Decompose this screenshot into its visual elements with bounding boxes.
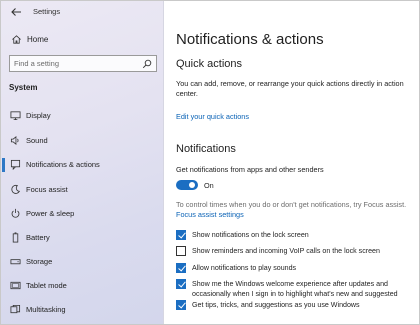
search-input[interactable]: Find a setting bbox=[9, 55, 157, 72]
active-indicator bbox=[2, 158, 5, 172]
section-label-system: System bbox=[9, 83, 38, 92]
sidebar-item-focus-assist[interactable]: Focus assist bbox=[1, 181, 164, 199]
sidebar-item-battery[interactable]: Battery bbox=[1, 229, 164, 247]
title-bar: Settings bbox=[1, 1, 164, 23]
sidebar-item-display[interactable]: Display bbox=[1, 107, 164, 125]
get-notifications-label: Get notifications from apps and other se… bbox=[176, 165, 324, 174]
sidebar-item-tablet-mode[interactable]: Tablet mode bbox=[1, 277, 164, 295]
sidebar-item-label: Multitasking bbox=[26, 305, 66, 314]
sidebar-item-storage[interactable]: Storage bbox=[1, 253, 164, 271]
checkbox-label: Show me the Windows welcome experience a… bbox=[192, 280, 398, 298]
checkbox-label: Show reminders and incoming VoIP calls o… bbox=[192, 247, 380, 255]
power-icon bbox=[11, 208, 20, 218]
home-label: Home bbox=[27, 35, 49, 44]
settings-window: Settings Home Find a setting System Disp… bbox=[0, 0, 420, 325]
page-title: Notifications & actions bbox=[176, 31, 324, 48]
moon-icon bbox=[11, 184, 21, 194]
sidebar-item-power-sleep[interactable]: Power & sleep bbox=[1, 205, 164, 223]
checkbox-label: Allow notifications to play sounds bbox=[192, 264, 297, 272]
checkbox-label: Get tips, tricks, and suggestions as you… bbox=[192, 301, 360, 309]
sidebar-item-label: Storage bbox=[26, 257, 53, 266]
sound-icon bbox=[10, 135, 19, 146]
sidebar-item-label: Sound bbox=[26, 136, 48, 145]
notifications-toggle[interactable] bbox=[176, 180, 198, 190]
checkbox[interactable] bbox=[176, 246, 186, 256]
sidebar-item-label: Tablet mode bbox=[26, 281, 67, 290]
notifications-heading: Notifications bbox=[176, 143, 236, 155]
home-icon bbox=[12, 35, 21, 44]
checkbox[interactable] bbox=[176, 230, 186, 240]
toggle-knob bbox=[189, 182, 195, 188]
back-arrow-icon[interactable] bbox=[9, 5, 23, 19]
sidebar-item-label: Battery bbox=[26, 233, 50, 242]
checkbox-label: Show notifications on the lock screen bbox=[192, 231, 309, 239]
checkbox[interactable] bbox=[176, 300, 186, 310]
sidebar-item-label: Power & sleep bbox=[26, 209, 75, 218]
checkbox[interactable] bbox=[176, 263, 186, 273]
edit-quick-actions-link[interactable]: Edit your quick actions bbox=[176, 112, 249, 121]
main-content: Notifications & actions Quick actions Yo… bbox=[164, 1, 419, 324]
toggle-state-label: On bbox=[204, 181, 214, 190]
tablet-icon bbox=[10, 281, 21, 290]
search-icon[interactable] bbox=[142, 59, 152, 69]
display-icon bbox=[10, 111, 21, 121]
search-placeholder: Find a setting bbox=[14, 59, 60, 68]
notifications-icon bbox=[10, 159, 21, 170]
sidebar-item-label: Notifications & actions bbox=[26, 160, 100, 169]
sidebar: Settings Home Find a setting System Disp… bbox=[1, 1, 164, 324]
storage-icon bbox=[10, 259, 21, 265]
quick-actions-description: You can add, remove, or rearrange your q… bbox=[176, 79, 404, 98]
focus-assist-hint: To control times when you do or don't ge… bbox=[176, 200, 407, 209]
window-title: Settings bbox=[33, 7, 61, 16]
multitasking-icon bbox=[10, 304, 21, 314]
battery-icon bbox=[12, 232, 19, 243]
quick-actions-heading: Quick actions bbox=[176, 58, 243, 70]
sidebar-item-label: Display bbox=[26, 111, 51, 120]
focus-assist-settings-link[interactable]: Focus assist settings bbox=[176, 210, 244, 219]
sidebar-home[interactable]: Home bbox=[1, 32, 164, 48]
sidebar-item-multitasking[interactable]: Multitasking bbox=[1, 301, 164, 319]
sidebar-item-sound[interactable]: Sound bbox=[1, 132, 164, 150]
sidebar-item-label: Focus assist bbox=[26, 185, 68, 194]
checkbox[interactable] bbox=[176, 279, 186, 289]
sidebar-item-notifications[interactable]: Notifications & actions bbox=[1, 156, 164, 174]
